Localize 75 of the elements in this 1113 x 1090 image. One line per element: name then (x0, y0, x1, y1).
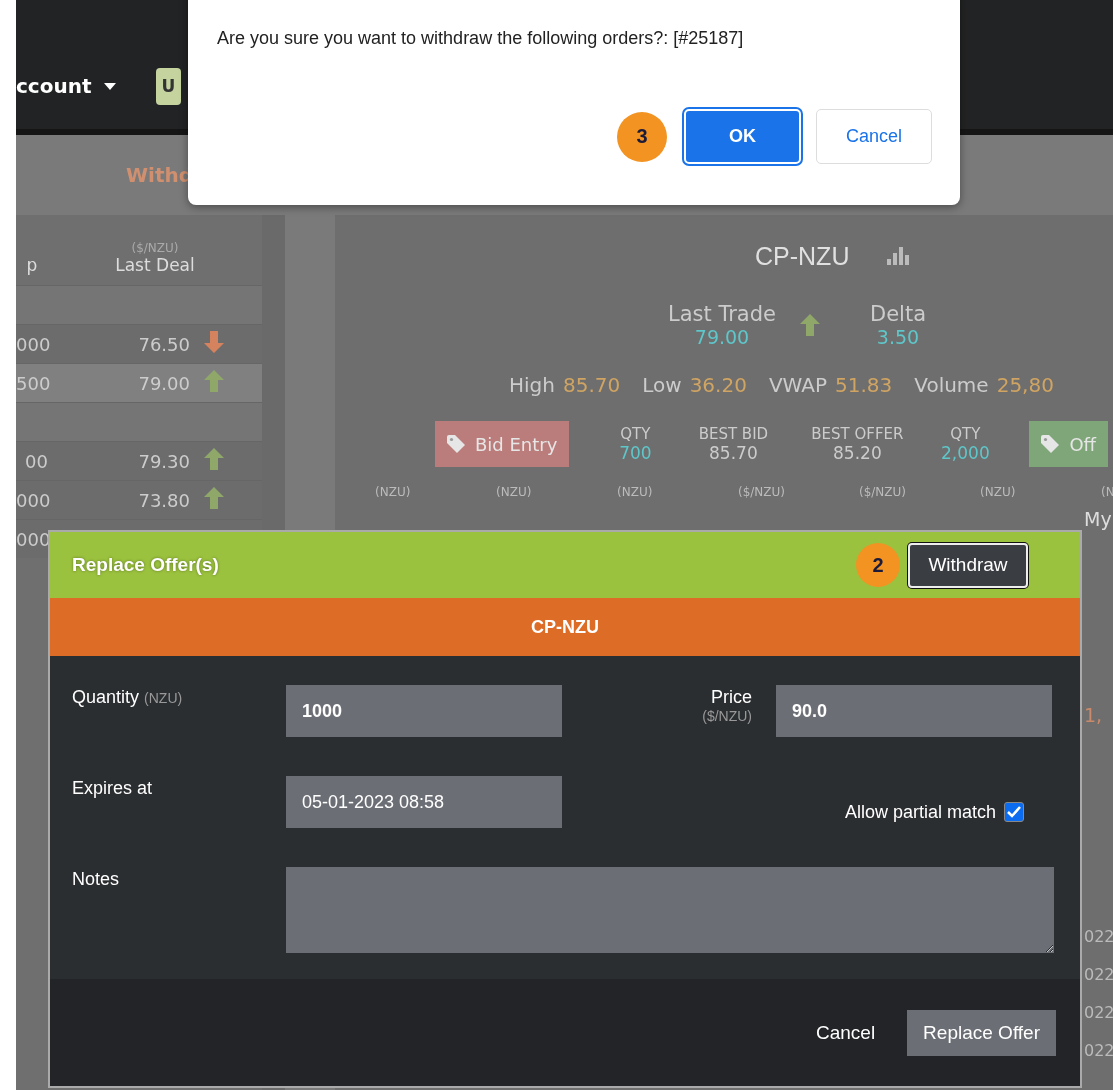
replace-offer-button[interactable]: Replace Offer (907, 1009, 1056, 1056)
table-cell-text: 73.80 (137, 489, 190, 511)
tag-icon (447, 435, 465, 453)
last-trade-value: 79.00 (694, 326, 750, 348)
market-row[interactable]: 500 79.00 (16, 363, 262, 402)
partial-match-checkbox[interactable] (1004, 802, 1024, 822)
unit-label: (NZU) (375, 485, 412, 499)
unit-label: ($/NZU) (738, 485, 787, 499)
best-value: 85.20 (833, 443, 882, 463)
bid-entry-button[interactable]: Bid Entry (435, 421, 570, 467)
table-cell-text: 00 (24, 450, 48, 472)
column-header: BEST BID (698, 425, 769, 443)
stat-label: Volume (914, 373, 989, 397)
column-header: QTY (950, 425, 981, 443)
last-trade-label: Last Trade (668, 302, 776, 326)
field-label: Notes (72, 868, 121, 891)
instrument-name: CP-NZU (531, 616, 599, 638)
table-cell: 000 (16, 333, 48, 355)
stat-value: 25,80 (996, 373, 1054, 397)
unit-label: ($/NZU) (859, 485, 908, 499)
best-value: 700 (619, 443, 652, 463)
unit-label: ($/NZU) (702, 708, 752, 724)
table-cell: 000 (16, 528, 48, 550)
field-label: Price (711, 686, 752, 708)
table-cell-text: 76.50 (137, 333, 190, 355)
table-cell-text: 022 (1084, 926, 1113, 948)
step-badge: 3 (617, 111, 667, 162)
account-menu[interactable]: ccount (16, 68, 116, 104)
price-field[interactable]: 90.0 (776, 685, 1052, 737)
unit-label: (NZU) (980, 485, 1017, 499)
caret-icon (103, 82, 116, 90)
best-value: 2,000 (941, 443, 990, 463)
delta-value: 3.50 (876, 326, 920, 348)
withdraw-button[interactable]: Withdraw (908, 542, 1028, 588)
table-cell-text: 022 (1084, 1002, 1113, 1024)
instrument-title: CP-NZU (755, 241, 850, 271)
expiry-field[interactable]: 05-01-2023 08:58 (286, 776, 562, 828)
bar-chart-icon[interactable] (887, 247, 910, 265)
column-header: BEST OFFER (811, 425, 904, 443)
stat-value: 36.20 (689, 373, 747, 397)
step-badge: 2 (856, 543, 900, 587)
cancel-button[interactable]: Cancel (816, 109, 932, 164)
stat-value: 85.70 (562, 373, 621, 397)
table-cell-text: 1, (1084, 703, 1104, 727)
best-value: 85.70 (709, 443, 758, 463)
column-header: Last Deal (115, 255, 195, 275)
confirm-message: Are you sure you want to withdraw the following orders?: [#25187] (217, 28, 745, 49)
field-label: Quantity (NZU) (72, 686, 184, 709)
table-cell: 500 (16, 372, 48, 394)
column-header: p (26, 255, 38, 275)
quantity-field[interactable]: 1000 (286, 685, 562, 737)
notes-field[interactable] (286, 867, 1054, 953)
table-cell: 000 (16, 489, 48, 511)
field-label: Expires at (72, 777, 154, 800)
table-cell-text: 79.00 (137, 372, 190, 394)
unit-label: (NZU) (496, 485, 533, 499)
table-cell-text: 022 (1084, 964, 1113, 986)
unit-label: (NZU) (617, 485, 654, 499)
stat-label: High (509, 373, 555, 397)
stat-value: 51.83 (835, 373, 893, 397)
unit-label: (N (1101, 485, 1113, 499)
user-badge: U (155, 68, 182, 105)
delta-label: Delta (870, 302, 926, 326)
cancel-button[interactable]: Cancel (809, 1020, 882, 1045)
tag-icon (1041, 435, 1060, 453)
column-header: QTY (620, 425, 651, 443)
table-cell-text: 022 (1084, 1040, 1113, 1062)
stat-label: Low (642, 373, 682, 397)
table-cell-text: 79.30 (137, 450, 190, 472)
ok-button[interactable]: OK (684, 109, 801, 164)
stat-label: VWAP (768, 373, 827, 397)
checkbox-label: Allow partial match (844, 801, 996, 823)
unit-label: ($/NZU) (131, 241, 179, 255)
column-header: My (1084, 507, 1113, 531)
modal-title: Replace Offer(s) (72, 554, 220, 576)
